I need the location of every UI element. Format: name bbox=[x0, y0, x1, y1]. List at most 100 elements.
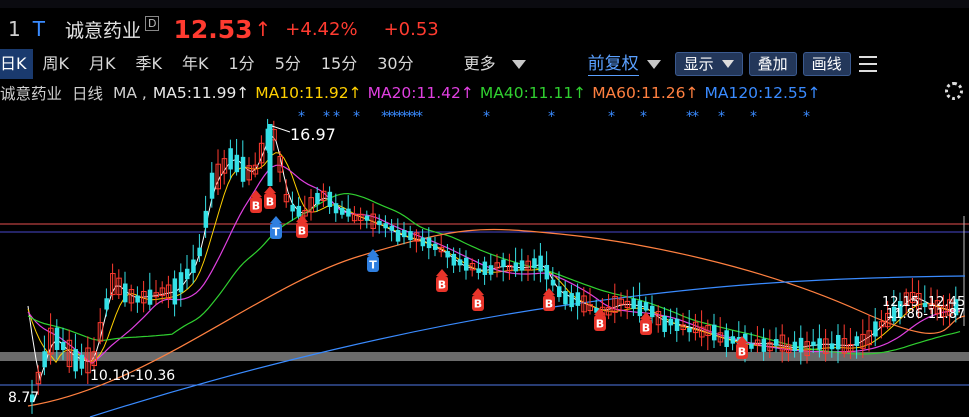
quote-header: 1 T 诚意药业 D 12.53 ↑ +4.42% +0.53 bbox=[0, 10, 969, 48]
candle-down bbox=[104, 298, 109, 310]
candle-down bbox=[798, 337, 804, 353]
change-percent: +4.42% bbox=[285, 18, 358, 40]
tab-year[interactable]: 年K bbox=[172, 49, 219, 79]
change-value: +0.53 bbox=[383, 18, 439, 40]
candle-down bbox=[792, 341, 798, 352]
candle-down bbox=[228, 148, 233, 170]
tab-5min[interactable]: 5分 bbox=[265, 49, 311, 79]
b-marker: B bbox=[296, 215, 308, 238]
t-marker: T bbox=[270, 216, 282, 239]
overlay-button[interactable]: 叠加 bbox=[748, 52, 797, 76]
badge-text: B bbox=[266, 196, 274, 209]
signal-star: * bbox=[548, 109, 555, 125]
candle-down bbox=[662, 315, 667, 332]
candle-down bbox=[364, 215, 370, 221]
tab-month[interactable]: 月K bbox=[79, 49, 126, 79]
ma10-value: MA10:11.92↑ bbox=[255, 84, 362, 102]
signal-stars: * * * * ******** * * * * * * * * * bbox=[298, 109, 810, 125]
candle-down bbox=[135, 295, 140, 303]
gear-icon[interactable] bbox=[945, 82, 963, 100]
candle-down bbox=[687, 327, 692, 333]
up-arrow-icon: ↑ bbox=[254, 17, 272, 41]
tab-week[interactable]: 周K bbox=[33, 49, 80, 79]
menu-icon[interactable] bbox=[858, 56, 877, 72]
signal-star: * bbox=[608, 109, 615, 125]
candle-down bbox=[185, 268, 190, 280]
badge-tip bbox=[250, 190, 262, 197]
candle-down bbox=[42, 351, 47, 368]
candle-down bbox=[191, 259, 196, 273]
candle-down bbox=[488, 265, 494, 275]
t-marker: T bbox=[367, 249, 379, 272]
candle-down bbox=[650, 305, 655, 318]
ma-label: MA , bbox=[113, 84, 147, 102]
low-band-label: 10.10-10.36 bbox=[90, 368, 175, 384]
d-badge[interactable]: D bbox=[144, 16, 160, 31]
badge-text: B bbox=[474, 298, 482, 311]
candle-down bbox=[544, 264, 550, 280]
tab-quarter[interactable]: 季K bbox=[126, 49, 173, 79]
tab-more[interactable]: 更多 bbox=[454, 49, 506, 79]
candle-down bbox=[476, 268, 481, 273]
candle-down bbox=[774, 339, 779, 346]
display-dropdown-icon bbox=[721, 60, 734, 68]
adjust-select[interactable]: 前复权 bbox=[587, 53, 639, 76]
ma-kline-type: 日线 bbox=[72, 85, 104, 103]
high-pointer bbox=[271, 125, 291, 133]
b-marker: B bbox=[436, 269, 448, 292]
badge-text: B bbox=[596, 318, 604, 331]
candle-down bbox=[550, 279, 556, 286]
signal-star: * bbox=[416, 109, 423, 125]
signal-star: * bbox=[750, 109, 757, 125]
ma20-value: MA20:11.42↑ bbox=[367, 84, 474, 102]
candle-down bbox=[817, 338, 822, 350]
b-marker: B bbox=[264, 186, 276, 209]
candle-down bbox=[724, 330, 729, 347]
t-badge[interactable]: T bbox=[33, 17, 45, 41]
more-dropdown-icon[interactable] bbox=[511, 59, 526, 69]
candle-down bbox=[749, 343, 754, 349]
signal-star: * bbox=[640, 109, 647, 125]
ma60-value: MA60:11.26↑ bbox=[592, 84, 699, 102]
draw-button[interactable]: 画线 bbox=[802, 52, 851, 76]
candle-down bbox=[420, 237, 426, 247]
candle-down bbox=[445, 251, 450, 258]
adjust-dropdown-icon[interactable] bbox=[646, 59, 661, 69]
candle-down bbox=[79, 354, 85, 369]
signal-star: * bbox=[333, 109, 340, 125]
candle-down bbox=[54, 327, 60, 350]
candle-down bbox=[519, 260, 525, 271]
candle-down bbox=[426, 237, 432, 249]
candle-down bbox=[240, 156, 246, 182]
badge-text: T bbox=[272, 226, 280, 239]
signal-star: * bbox=[692, 109, 699, 125]
signal-star: * bbox=[803, 109, 810, 125]
kline-chart[interactable]: * * * * ******** * * * * * * * * * B BBBB BB BBTT 16.97 … bbox=[0, 106, 969, 417]
tab-30min[interactable]: 30分 bbox=[367, 49, 423, 79]
candle-down bbox=[315, 192, 320, 205]
badge-tip bbox=[270, 216, 282, 223]
last-price: 12.53 bbox=[173, 14, 253, 44]
candle-down bbox=[668, 318, 674, 326]
candle-down bbox=[327, 191, 333, 207]
badge-tip bbox=[367, 249, 379, 256]
candle-down bbox=[761, 338, 767, 352]
stock-name: 诚意药业 bbox=[64, 19, 141, 42]
tab-day[interactable]: 日K bbox=[0, 49, 33, 79]
tab-15min[interactable]: 15分 bbox=[311, 49, 367, 79]
period-bar: 日K 周K 月K 季K 年K 1分 5分 15分 30分 更多 前复权 显示 叠… bbox=[0, 48, 969, 80]
candle-down bbox=[482, 261, 488, 275]
candle-down bbox=[296, 205, 302, 217]
candle-down bbox=[712, 324, 717, 341]
badge-tip bbox=[436, 269, 448, 276]
tab-1min[interactable]: 1分 bbox=[219, 49, 265, 79]
right-bottom-label: 11.86-11.87 bbox=[886, 307, 965, 322]
signal-star: * bbox=[483, 109, 490, 125]
candle-down bbox=[811, 341, 816, 346]
ma10-line bbox=[27, 152, 961, 364]
candle-down bbox=[402, 230, 407, 238]
display-button[interactable]: 显示 bbox=[674, 52, 743, 76]
candle-down bbox=[451, 253, 457, 266]
badge-tip bbox=[264, 186, 276, 193]
candle-down bbox=[389, 225, 395, 231]
